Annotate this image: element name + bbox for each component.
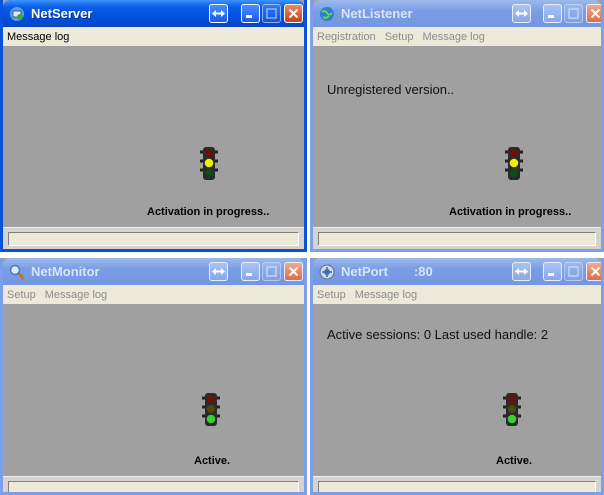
minimize-button[interactable] xyxy=(241,4,260,23)
status-text: Active. xyxy=(194,455,231,467)
netmonitor-window: NetMonitor Setup Message log Active. xyxy=(0,258,307,495)
status-bar-panel xyxy=(318,232,596,246)
netlistener-title: NetListener xyxy=(341,6,413,21)
close-icon xyxy=(288,8,299,19)
maximize-button[interactable] xyxy=(262,4,281,23)
status-bar xyxy=(3,227,304,249)
minimize-button[interactable] xyxy=(241,262,260,281)
status-bar-panel xyxy=(8,232,299,246)
close-button[interactable] xyxy=(284,262,303,281)
menu-message-log[interactable]: Message log xyxy=(355,289,417,301)
status-bar-panel xyxy=(318,481,596,492)
netmonitor-menubar: Setup Message log xyxy=(3,285,304,304)
traffic-light-icon xyxy=(505,147,523,180)
netserver-window: NetServer Message log Activation in prog… xyxy=(0,0,307,252)
globe-icon[interactable] xyxy=(319,6,335,22)
resize-arrows-button[interactable] xyxy=(512,4,531,23)
close-icon xyxy=(590,266,601,277)
netlistener-window: NetListener Registration Setup Message l… xyxy=(310,0,604,252)
status-bar xyxy=(313,227,601,249)
minimize-button[interactable] xyxy=(543,4,562,23)
resize-arrows-button[interactable] xyxy=(209,4,228,23)
status-bar xyxy=(3,476,304,492)
traffic-light-icon xyxy=(202,393,220,426)
minimize-icon xyxy=(548,15,554,18)
close-icon xyxy=(288,266,299,277)
maximize-icon xyxy=(266,8,277,19)
minimize-icon xyxy=(548,273,554,276)
close-button[interactable] xyxy=(586,4,601,23)
minimize-icon xyxy=(246,15,252,18)
netlistener-menubar: Registration Setup Message log xyxy=(313,27,601,46)
minimize-button[interactable] xyxy=(543,262,562,281)
magnifier-icon[interactable] xyxy=(9,264,25,280)
globe-arrows-icon[interactable] xyxy=(319,264,335,280)
netport-title: NetPort xyxy=(341,264,388,279)
menu-setup[interactable]: Setup xyxy=(317,289,346,301)
menu-setup[interactable]: Setup xyxy=(385,31,414,43)
menu-setup[interactable]: Setup xyxy=(7,289,36,301)
netport-window: NetPort :80 Setup Message log Active ses… xyxy=(310,258,604,495)
maximize-icon xyxy=(568,266,579,277)
maximize-icon xyxy=(568,8,579,19)
registration-message: Unregistered version.. xyxy=(327,82,455,97)
maximize-button[interactable] xyxy=(564,262,583,281)
minimize-icon xyxy=(246,273,252,276)
double-arrow-icon xyxy=(515,268,528,275)
sessions-message: Active sessions: 0 Last used handle: 2 xyxy=(327,327,549,342)
netport-title-port: :80 xyxy=(413,264,433,279)
double-arrow-icon xyxy=(212,10,225,17)
double-arrow-icon xyxy=(515,10,528,17)
maximize-button[interactable] xyxy=(564,4,583,23)
netmonitor-title: NetMonitor xyxy=(31,264,100,279)
menu-message-log[interactable]: Message log xyxy=(45,289,107,301)
menu-message-log[interactable]: Message log xyxy=(422,31,484,43)
double-arrow-icon xyxy=(212,268,225,275)
status-text: Activation in progress.. xyxy=(449,206,572,218)
menu-registration[interactable]: Registration xyxy=(317,31,376,43)
close-button[interactable] xyxy=(586,262,601,281)
maximize-button[interactable] xyxy=(262,262,281,281)
close-icon xyxy=(590,8,601,19)
close-button[interactable] xyxy=(284,4,303,23)
traffic-light-icon xyxy=(200,147,218,180)
status-bar-panel xyxy=(8,481,299,492)
resize-arrows-button[interactable] xyxy=(512,262,531,281)
netserver-menubar: Message log xyxy=(3,27,304,46)
resize-arrows-button[interactable] xyxy=(209,262,228,281)
status-text: Active. xyxy=(496,455,533,467)
netport-menubar: Setup Message log xyxy=(313,285,601,304)
status-text: Activation in progress.. xyxy=(147,206,270,218)
menu-message-log[interactable]: Message log xyxy=(7,31,69,43)
maximize-icon xyxy=(266,266,277,277)
netserver-title: NetServer xyxy=(31,6,93,21)
traffic-light-icon xyxy=(503,393,521,426)
server-app-icon[interactable] xyxy=(9,6,25,22)
status-bar xyxy=(313,476,601,492)
